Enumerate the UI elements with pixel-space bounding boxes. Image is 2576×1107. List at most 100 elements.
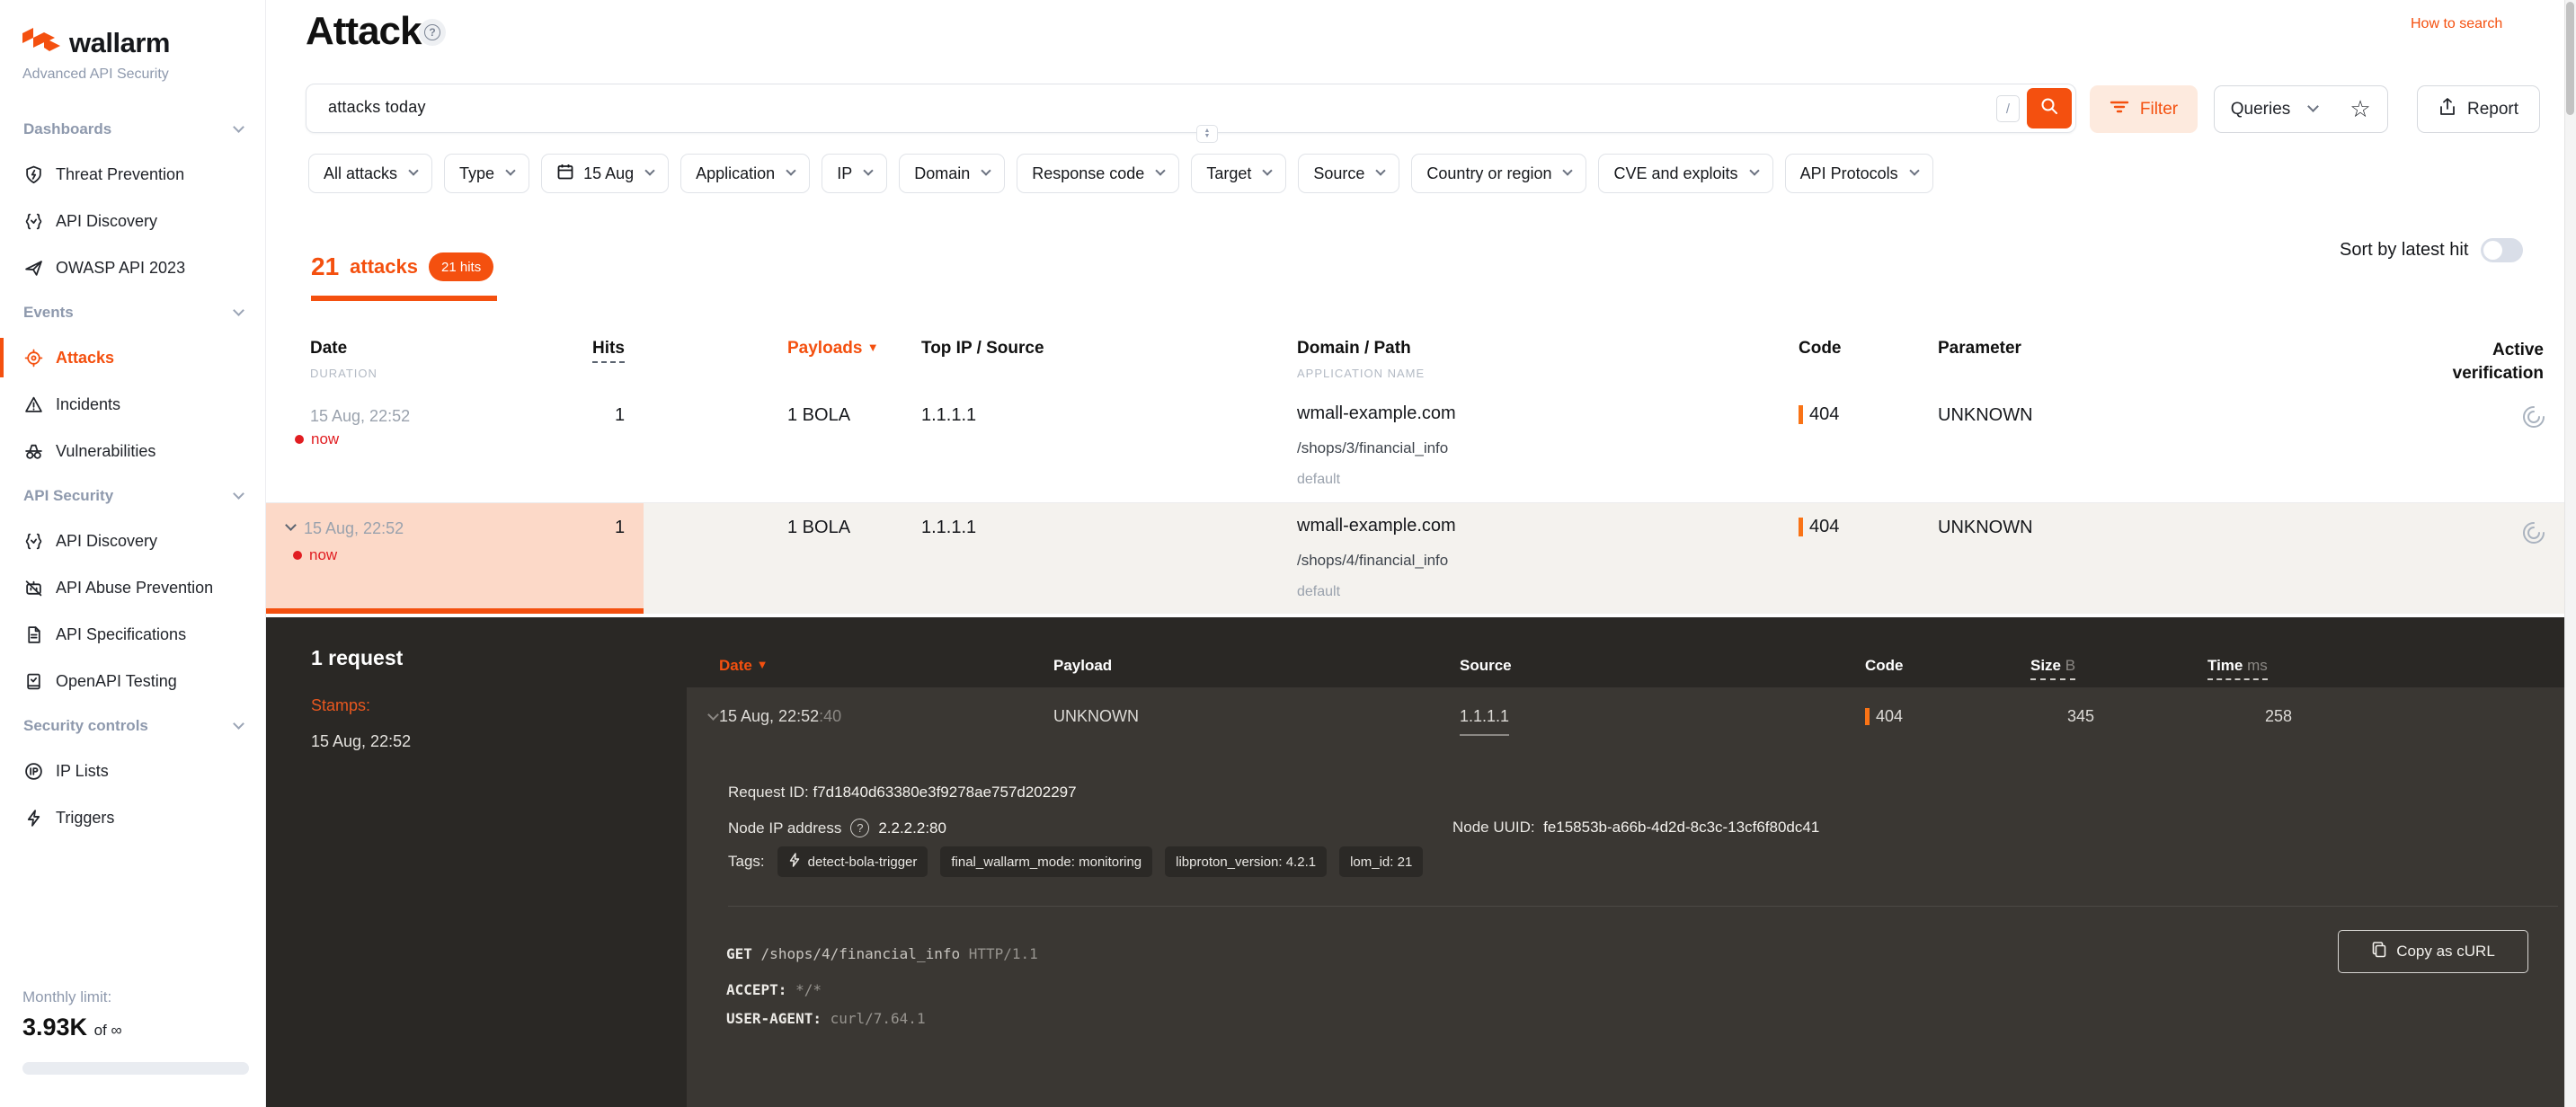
sort-label: Sort by latest hit xyxy=(2340,240,2468,261)
code-severity-bar xyxy=(1799,405,1803,424)
sidebar-item-openapi-testing[interactable]: OpenAPI Testing xyxy=(0,658,266,704)
lightning-icon xyxy=(23,808,43,828)
export-icon xyxy=(2438,97,2456,122)
active-verification-icon[interactable] xyxy=(2520,403,2547,435)
col-code: Code xyxy=(1799,339,1842,359)
search-bar[interactable]: attacks today / ▲▼ xyxy=(306,84,2076,133)
chip-api-protocols[interactable]: API Protocols xyxy=(1785,154,1933,193)
chevron-down-icon xyxy=(408,165,418,175)
path-value[interactable]: /shops/4/financial_info xyxy=(1297,552,1456,570)
col-hits[interactable]: Hits xyxy=(592,339,625,363)
sidebar-item-vulnerabilities[interactable]: Vulnerabilities xyxy=(0,428,266,474)
table-row[interactable]: 15 Aug, 22:52 now 1 1 BOLA 1.1.1.1 wmall… xyxy=(266,393,2576,503)
parameter-value: UNKNOWN xyxy=(1938,405,2033,426)
payloads-value[interactable]: 1 BOLA xyxy=(787,405,850,426)
chip-all-attacks[interactable]: All attacks xyxy=(308,154,432,193)
path-value[interactable]: /shops/3/financial_info xyxy=(1297,439,1456,457)
sidebar-item-api-specifications[interactable]: API Specifications xyxy=(0,611,266,658)
filter-button[interactable]: Filter xyxy=(2090,85,2198,133)
hits-badge: 21 hits xyxy=(429,252,493,281)
tag-chip[interactable]: libproton_version: 4.2.1 xyxy=(1165,846,1327,877)
calendar-icon xyxy=(556,163,574,185)
search-input[interactable]: attacks today xyxy=(328,98,426,117)
page-scrollbar[interactable] xyxy=(2564,0,2576,1107)
request-id: Request ID: f7d1840d63380e3f9278ae757d20… xyxy=(728,784,1077,801)
slash-shortcut-badge: / xyxy=(1996,95,2020,122)
help-icon[interactable]: ? xyxy=(419,19,446,46)
sidebar-item-owasp-api-2023[interactable]: OWASP API 2023 xyxy=(0,244,266,291)
wallarm-logo: wallarm Advanced API Security xyxy=(22,27,170,83)
sidebar-item-triggers[interactable]: Triggers xyxy=(0,794,266,841)
tags-label: Tags: xyxy=(728,853,765,871)
search-icon xyxy=(2039,96,2059,120)
attack-detail-panel: 1 request Stamps: 15 Aug, 22:52 Date ▼ P… xyxy=(266,617,2576,1107)
chevron-down-icon xyxy=(864,165,874,175)
req-col-time[interactable]: Time ms xyxy=(2207,657,2268,675)
chevron-down-icon xyxy=(644,165,654,175)
duration-badge: now xyxy=(295,430,339,448)
copy-as-curl-button[interactable]: Copy as cURL xyxy=(2338,930,2528,973)
tag-chip[interactable]: detect-bola-trigger xyxy=(777,846,928,877)
tag-chip[interactable]: final_wallarm_mode: monitoring xyxy=(940,846,1152,877)
sidebar-item-attacks[interactable]: Attacks xyxy=(0,334,266,381)
active-verification-icon[interactable] xyxy=(2520,519,2547,551)
top-ip-value[interactable]: 1.1.1.1 xyxy=(921,405,976,426)
request-source[interactable]: 1.1.1.1 xyxy=(1460,707,1509,736)
sidebar: wallarm Advanced API Security Dashboards… xyxy=(0,0,266,1107)
chip-target[interactable]: Target xyxy=(1191,154,1286,193)
help-icon[interactable]: ? xyxy=(850,819,869,837)
scrollbar-thumb[interactable] xyxy=(2566,2,2574,115)
nav-section-api-security[interactable]: API Security xyxy=(0,474,266,518)
domain-value[interactable]: wmall-example.com xyxy=(1297,403,1456,424)
chip-source[interactable]: Source xyxy=(1298,154,1399,193)
shield-bolt-icon xyxy=(23,164,43,184)
search-button[interactable] xyxy=(2027,88,2072,128)
chip-cve[interactable]: CVE and exploits xyxy=(1598,154,1772,193)
sidebar-item-threat-prevention[interactable]: Threat Prevention xyxy=(0,151,266,198)
nav-section-dashboards[interactable]: Dashboards xyxy=(0,108,266,151)
tags-row: Tags: detect-bola-trigger final_wallarm_… xyxy=(728,846,1423,877)
favorite-star-button[interactable]: ☆ xyxy=(2333,85,2388,133)
chip-response-code[interactable]: Response code xyxy=(1017,154,1179,193)
req-col-size[interactable]: Size B xyxy=(2030,657,2075,675)
nav-section-security-controls[interactable]: Security controls xyxy=(0,704,266,748)
domain-value[interactable]: wmall-example.com xyxy=(1297,516,1456,536)
monthly-limit-label: Monthly limit: xyxy=(22,988,111,1006)
req-col-date[interactable]: Date ▼ xyxy=(719,657,768,675)
sidebar-item-api-abuse-prevention[interactable]: API Abuse Prevention xyxy=(0,564,266,611)
request-code: 404 xyxy=(1865,707,1903,726)
chip-ip[interactable]: IP xyxy=(822,154,887,193)
brand-name: wallarm xyxy=(69,27,170,59)
req-col-source: Source xyxy=(1460,657,1512,675)
col-duration: DURATION xyxy=(310,367,378,380)
search-expand-handle[interactable]: ▲▼ xyxy=(1196,125,1218,143)
col-payloads[interactable]: Payloads ▼ xyxy=(787,339,879,359)
queries-button[interactable]: Queries xyxy=(2214,85,2334,133)
spy-icon xyxy=(23,441,43,461)
chip-type[interactable]: Type xyxy=(444,154,529,193)
sort-toggle[interactable] xyxy=(2481,238,2523,262)
chip-date[interactable]: 15 Aug xyxy=(541,154,669,193)
sidebar-item-api-discovery-2[interactable]: API Discovery xyxy=(0,518,266,564)
document-icon xyxy=(23,624,43,644)
table-row-expanded[interactable]: 15 Aug, 22:52 now 1 1 BOLA 1.1.1.1 wmall… xyxy=(266,503,2576,614)
chip-country[interactable]: Country or region xyxy=(1411,154,1586,193)
sidebar-item-incidents[interactable]: Incidents xyxy=(0,381,266,428)
sidebar-item-ip-lists[interactable]: IP Lists xyxy=(0,748,266,794)
chip-application[interactable]: Application xyxy=(680,154,810,193)
chevron-down-icon xyxy=(233,488,244,500)
chip-domain[interactable]: Domain xyxy=(899,154,1005,193)
sidebar-item-api-discovery[interactable]: API Discovery xyxy=(0,198,266,244)
req-col-payload: Payload xyxy=(1053,657,1112,675)
parameter-value: UNKNOWN xyxy=(1938,518,2033,538)
application-value: default xyxy=(1297,472,1456,488)
how-to-search-link[interactable]: How to search xyxy=(2411,16,2502,32)
top-ip-value[interactable]: 1.1.1.1 xyxy=(921,518,976,538)
braces-check-icon xyxy=(23,211,43,231)
results-summary: 21 attacks 21 hits xyxy=(311,252,493,281)
nav-section-events[interactable]: Events xyxy=(0,291,266,334)
request-payload: UNKNOWN xyxy=(1053,707,1139,726)
report-button[interactable]: Report xyxy=(2417,85,2540,133)
tag-chip[interactable]: lom_id: 21 xyxy=(1339,846,1423,877)
payloads-value[interactable]: 1 BOLA xyxy=(787,518,850,538)
